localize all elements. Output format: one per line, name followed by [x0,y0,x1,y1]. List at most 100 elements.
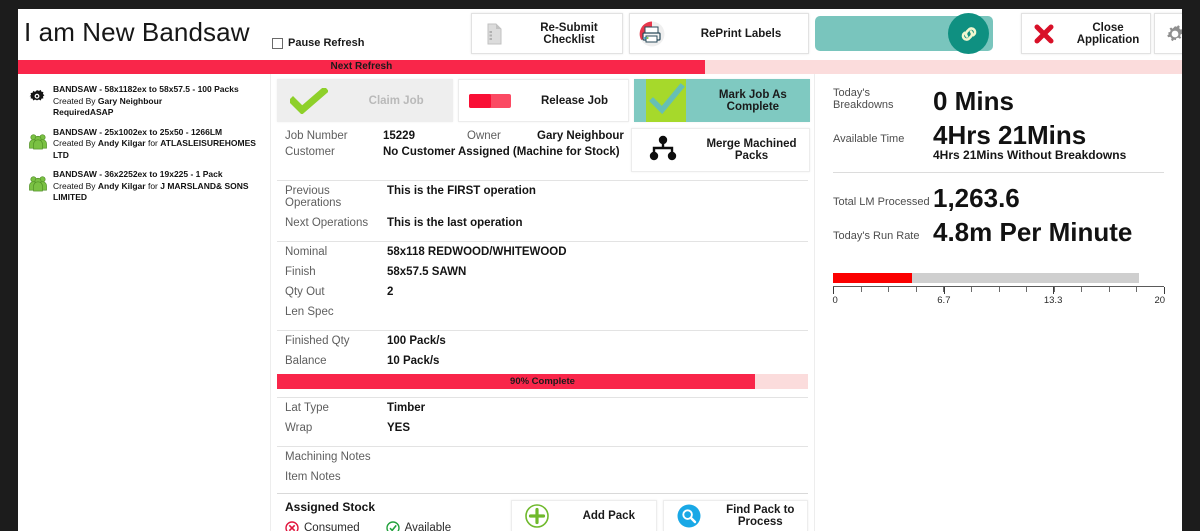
list-item[interactable]: BANDSAW - 58x1182ex to 58x57.5 - 100 Pac… [18,80,270,123]
wrap-label: Wrap [285,422,313,434]
document-icon [472,23,516,45]
reprint-labels-button[interactable]: RePrint Labels [629,13,809,54]
pause-refresh-checkbox[interactable]: Pause Refresh [272,37,364,49]
page-title: I am New Bandsaw [24,17,250,47]
toggle-icon [459,93,521,109]
previous-operations-value: This is the FIRST operation [387,185,536,197]
resubmit-checklist-label: Re-Submit Checklist [540,21,598,46]
stat-label: Today's Run Rate [833,230,920,242]
assigned-stock-section: Assigned Stock Consumed Available Add Pa… [277,493,808,531]
axis-tick-major [1164,287,1165,294]
axis-tick [998,287,1000,292]
group-icon [28,169,50,197]
resubmit-checklist-button[interactable]: Re-Submit Checklist [471,13,623,54]
stat-value: 4.8m Per Minute [933,217,1133,247]
stat-todays-run-rate: Today's Run Rate 4.8m Per Minute [833,217,1164,247]
settings-button[interactable] [1154,13,1182,54]
mark-job-complete-button[interactable]: Mark Job As Complete [633,79,811,122]
claim-job-button[interactable]: Claim Job [277,79,454,122]
list-item-customer: RequiredASAP [53,107,114,117]
close-icon [1022,23,1066,45]
list-item[interactable]: BANDSAW - 25x1002ex to 25x50 - 1266LM Cr… [18,123,270,166]
axis-tick-major [943,287,945,294]
run-rate-bullet-chart: 0 6.7 13.3 20 [832,273,1166,310]
detail-row: Len Spec [277,302,808,322]
detail-row: Machining Notes [277,447,808,467]
mark-job-complete-label: Mark Job As Complete [718,88,787,113]
quantity-section: Finished Qty 100 Pack/s Balance 10 Pack/… [277,330,808,371]
stat-label: Available Time [833,133,905,145]
list-item-for: for [145,138,161,148]
list-item-creator: Andy Kilgar [97,180,146,191]
job-actions: Claim Job Release Job Mark Job As Comple… [271,74,814,122]
job-progress-label: 90% Complete [510,376,575,387]
axis-tick [915,287,917,292]
release-job-button[interactable]: Release Job [458,79,629,122]
plus-icon [512,503,562,529]
axis-tick [1026,287,1028,292]
owner-label: Owner [467,130,501,142]
divider [833,172,1164,173]
balance-value: 10 Pack/s [387,355,440,367]
find-pack-button[interactable]: Find Pack to Process [662,500,808,531]
checkbox-box[interactable] [272,37,283,49]
job-number-label: Job Number [285,130,348,142]
detail-row: Lat Type Timber [277,398,808,418]
link-icon[interactable] [948,13,989,54]
job-info: Job Number 15229 Owner Gary Neighbour Cu… [277,128,631,172]
previous-operations-label: Previous Operations [285,185,342,209]
app-header: I am New Bandsaw Pause Refresh Re-Submit… [18,9,1182,60]
axis-tick-label: 13.3 [1043,295,1063,306]
close-application-button[interactable]: Close Application [1021,13,1151,54]
detail-row: Item Notes [277,467,808,487]
check-icon [278,87,340,114]
item-notes-label: Item Notes [285,471,341,483]
bullet-axis: 0 6.7 13.3 20 [832,286,1166,310]
len-spec-label: Len Spec [285,306,334,318]
nominal-value: 58x118 REDWOOD/WHITEWOOD [387,246,567,258]
list-item-line1: BANDSAW - 36x2252ex to 19x225 - 1 Pack [53,169,223,179]
available-time-subtext: 4Hrs 21Mins Without Breakdowns [933,148,1127,162]
consumed-icon [285,521,299,531]
list-item-created-prefix: Created By [53,180,98,191]
axis-tick [1081,287,1083,292]
list-item-line1: BANDSAW - 25x1002ex to 25x50 - 1266LM [53,126,223,137]
add-pack-button[interactable]: Add Pack [511,500,657,531]
detail-row: Previous Operations This is the FIRST op… [277,181,808,213]
job-summary: Job Number 15229 Owner Gary Neighbour Cu… [271,122,814,172]
axis-tick [970,287,972,292]
job-info-row: Job Number 15229 Owner Gary Neighbour [285,130,631,142]
available-icon [385,521,400,531]
stat-value: 4Hrs 21Mins [933,120,1087,150]
stat-value: 0 Mins [933,86,1014,116]
detail-row: Qty Out 2 [277,282,808,302]
customer-label: Customer [285,146,335,158]
nominal-label: Nominal [285,246,328,258]
stat-label: Today's Breakdowns [833,87,894,111]
qty-out-label: Qty Out [285,286,325,298]
printer-icon [630,21,674,47]
axis-tick [1136,287,1138,292]
notes-section: Machining Notes Item Notes [277,446,808,487]
detail-row: Nominal 58x118 REDWOOD/WHITEWOOD [277,242,808,262]
add-pack-label: Add Pack [582,510,635,522]
wrap-value: YES [387,422,411,434]
detail-row: Balance 10 Pack/s [277,351,808,371]
app-window: I am New Bandsaw Pause Refresh Re-Submit… [18,9,1182,531]
axis-tick-label: 20 [1154,295,1166,306]
machining-notes-label: Machining Notes [285,451,371,463]
close-application-label: Close Application [1076,21,1140,46]
attributes-section: Lat Type Timber Wrap YES [277,397,808,438]
axis-tick [1108,287,1110,292]
cog-icon [28,84,50,112]
list-item-for: for [145,180,161,191]
list-item[interactable]: BANDSAW - 36x2252ex to 19x225 - 1 Pack C… [18,165,270,208]
pause-refresh-label: Pause Refresh [288,37,365,49]
merge-machined-packs-label: Merge Machined Packs [706,138,797,162]
stat-label: Total LM Processed [833,196,930,208]
axis-tick-major [1053,287,1055,294]
list-item-creator: Gary Neighbour [97,95,163,106]
next-operations-label: Next Operations [285,217,369,229]
job-info-row: Customer No Customer Assigned (Machine f… [285,146,631,158]
merge-machined-packs-button[interactable]: Merge Machined Packs [631,128,810,172]
